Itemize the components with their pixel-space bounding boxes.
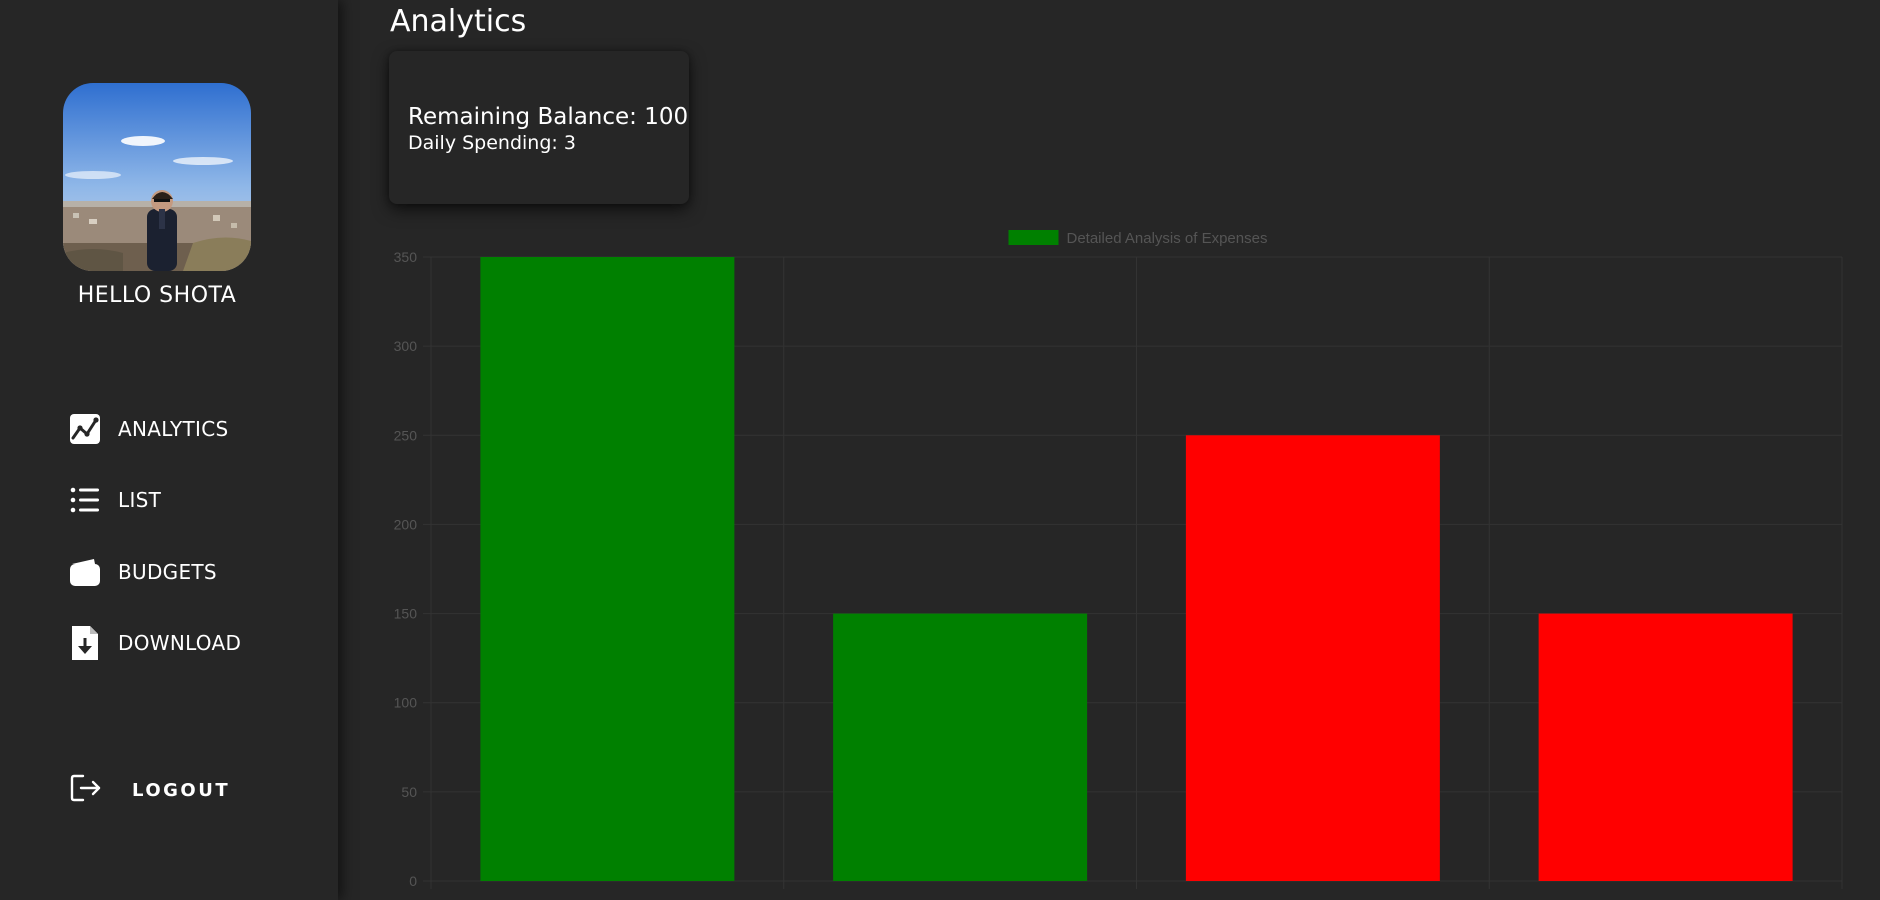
nav-item-download[interactable]: DOWNLOAD (68, 623, 308, 663)
y-tick-label: 350 (394, 249, 418, 265)
chart-bar[interactable] (1185, 435, 1440, 881)
nav-item-budgets[interactable]: BUDGETS (68, 552, 308, 592)
nav-item-list[interactable]: LIST (68, 480, 308, 520)
chart-bar[interactable] (1538, 613, 1793, 881)
nav-item-label: LIST (118, 488, 162, 512)
nav-item-analytics[interactable]: ANALYTICS (68, 409, 308, 449)
remaining-balance-text: Remaining Balance: 100 (408, 104, 689, 130)
expenses-bar-chart: 0 50 100 150 200 250 300 350 Detailed Analysis … (394, 230, 1843, 889)
chart-bar[interactable] (480, 257, 735, 881)
sidebar: HELLO SHOTA ANALYTICS LIST BUDGETS DOWNL… (0, 0, 338, 900)
main-content: Analytics Remaining Balance: 100 Daily S… (338, 0, 1880, 900)
chart-legend: Detailed Analysis of Expenses (1008, 230, 1268, 247)
analytics-chart-icon (68, 412, 102, 446)
y-tick-label: 100 (394, 695, 418, 711)
y-tick-label: 300 (394, 338, 418, 354)
y-tick-label: 250 (394, 427, 418, 443)
daily-spending-text: Daily Spending: 3 (408, 132, 576, 154)
nav-item-label: DOWNLOAD (118, 631, 242, 655)
wallet-icon (68, 555, 102, 589)
expenses-chart: 0 50 100 150 200 250 300 350 Detailed Analysis … (338, 216, 1880, 900)
nav-item-label: ANALYTICS (118, 417, 229, 441)
legend-label: Detailed Analysis of Expenses (1067, 230, 1268, 247)
avatar (63, 83, 251, 271)
chart-bar[interactable] (833, 613, 1088, 881)
file-download-icon (68, 626, 102, 660)
y-tick-label: 150 (394, 606, 418, 622)
logout-label: LOGOUT (132, 779, 231, 801)
logout-icon (70, 773, 102, 807)
y-tick-label: 200 (394, 516, 418, 532)
legend-swatch (1008, 230, 1059, 245)
nav-item-label: BUDGETS (118, 560, 217, 584)
y-tick-label: 0 (409, 873, 417, 889)
chart-y-ticks: 0 50 100 150 200 250 300 350 (394, 249, 418, 889)
greeting-text: HELLO SHOTA (77, 283, 237, 308)
list-icon (68, 483, 102, 517)
page-title: Analytics (390, 4, 527, 39)
logout-button[interactable]: LOGOUT (70, 772, 270, 808)
balance-card: Remaining Balance: 100 Daily Spending: 3 (389, 51, 689, 204)
avatar-photo (63, 83, 251, 271)
y-tick-label: 50 (401, 784, 417, 800)
